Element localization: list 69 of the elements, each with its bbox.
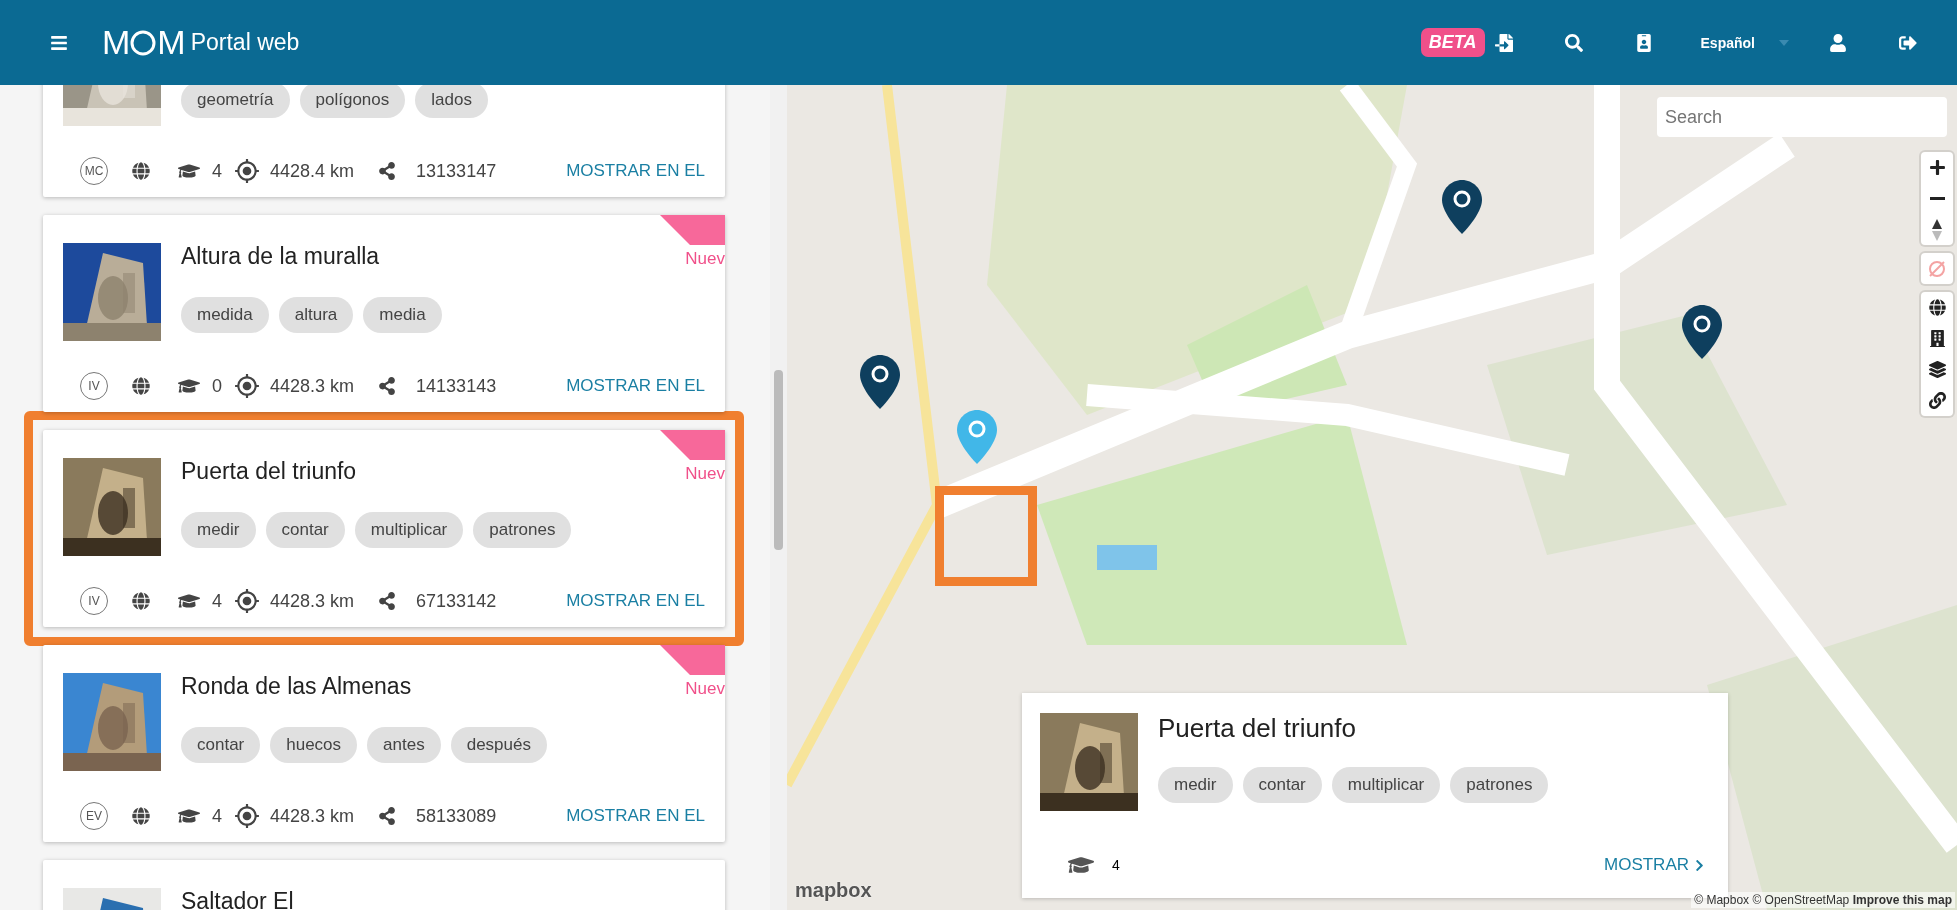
location-icon bbox=[234, 803, 260, 829]
card-title: Altura de la muralla bbox=[181, 243, 381, 270]
new-label: Nuev bbox=[685, 249, 725, 269]
distance-text: 4428.4 km bbox=[270, 160, 355, 182]
tag-chip: medir bbox=[181, 512, 256, 548]
tag-chip: polígonos bbox=[299, 85, 406, 118]
show-on-map-link[interactable]: MOSTRAR EN EL bbox=[566, 591, 705, 611]
card-title: Saltador El bbox=[181, 888, 294, 910]
new-ribbon bbox=[660, 430, 725, 460]
distance-text: 4428.3 km bbox=[270, 805, 355, 827]
share-icon bbox=[378, 377, 397, 395]
tag-chip: media bbox=[363, 297, 442, 333]
distance-text: 4428.3 km bbox=[270, 590, 355, 612]
student-count: 4 bbox=[212, 805, 222, 827]
share-code: 14133143 bbox=[416, 375, 497, 397]
activity-card[interactable]: geometría polígonos lados MC 4 4428.4 km 13133147 MOSTRAR EN EL bbox=[43, 85, 725, 197]
globe-icon bbox=[132, 377, 150, 395]
user-icon bbox=[1829, 33, 1847, 52]
share-icon bbox=[378, 807, 397, 825]
show-on-map-link[interactable]: MOSTRAR EN EL bbox=[566, 376, 705, 396]
activity-card[interactable]: Puerta del triunfo medir contar multiplicar patrones Nuev IV 4 4428.3 km 67133142 MOSTRAR EN EL bbox=[43, 430, 725, 627]
share-code: 58133089 bbox=[416, 805, 497, 827]
tag-chip: altura bbox=[278, 297, 354, 333]
activity-card[interactable]: Saltador El bbox=[43, 860, 725, 910]
new-ribbon bbox=[660, 215, 725, 245]
student-count: 0 bbox=[212, 375, 222, 397]
show-on-map-link[interactable]: MOSTRAR EN EL bbox=[566, 161, 705, 181]
activity-card[interactable]: Altura de la muralla medida altura media Nuev IV 0 4428.3 km 14133143 MOSTRAR EN EL bbox=[43, 215, 725, 412]
new-label: Nuev bbox=[685, 464, 725, 484]
new-label: Nuev bbox=[685, 679, 725, 699]
share-code: 67133142 bbox=[416, 590, 497, 612]
tag-chip: huecos bbox=[270, 727, 358, 763]
app-title: Portal web bbox=[190, 29, 300, 56]
distance-text: 4428.3 km bbox=[270, 375, 355, 397]
logout-icon bbox=[1899, 33, 1917, 52]
globe-icon bbox=[132, 807, 150, 825]
location-icon bbox=[234, 373, 260, 399]
location-icon bbox=[234, 158, 260, 184]
logo: M M bbox=[102, 23, 185, 62]
tag-chip: medida bbox=[181, 297, 269, 333]
tag-chip: contar bbox=[181, 727, 261, 763]
id-badge-icon bbox=[1634, 33, 1653, 52]
activity-card[interactable]: Ronda de las Almenas contar huecos antes después Nuev EV 4 4428.3 km 58133089 MOSTRAR EN EL bbox=[43, 645, 725, 842]
language-dropdown[interactable]: Español bbox=[1694, 28, 1795, 57]
location-icon bbox=[234, 588, 260, 614]
tag-chip: multiplicar bbox=[354, 512, 464, 548]
show-on-map-link[interactable]: MOSTRAR EN EL bbox=[566, 806, 705, 826]
beta-badge: BETA bbox=[1420, 28, 1485, 57]
student-count: 4 bbox=[212, 160, 222, 182]
student-count: 4 bbox=[212, 590, 222, 612]
menu-icon bbox=[50, 33, 68, 52]
globe-icon bbox=[132, 162, 150, 180]
card-title: Puerta del triunfo bbox=[181, 458, 358, 485]
scrollbar[interactable] bbox=[770, 85, 787, 910]
share-icon bbox=[378, 162, 397, 180]
card-title: Ronda de las Almenas bbox=[181, 673, 413, 700]
tag-chip: después bbox=[450, 727, 547, 763]
tag-chip: geometría bbox=[181, 85, 290, 118]
tag-chip: contar bbox=[265, 512, 345, 548]
file-import-icon bbox=[1494, 33, 1513, 52]
share-icon bbox=[378, 592, 397, 610]
share-code: 13133147 bbox=[416, 160, 497, 182]
new-ribbon bbox=[660, 645, 725, 675]
tag-chip: lados bbox=[415, 85, 488, 118]
search-icon bbox=[1564, 33, 1583, 52]
tag-chip: patrones bbox=[473, 512, 572, 548]
globe-icon bbox=[132, 592, 150, 610]
tag-chip: antes bbox=[367, 727, 441, 763]
caret-icon bbox=[1779, 39, 1789, 46]
